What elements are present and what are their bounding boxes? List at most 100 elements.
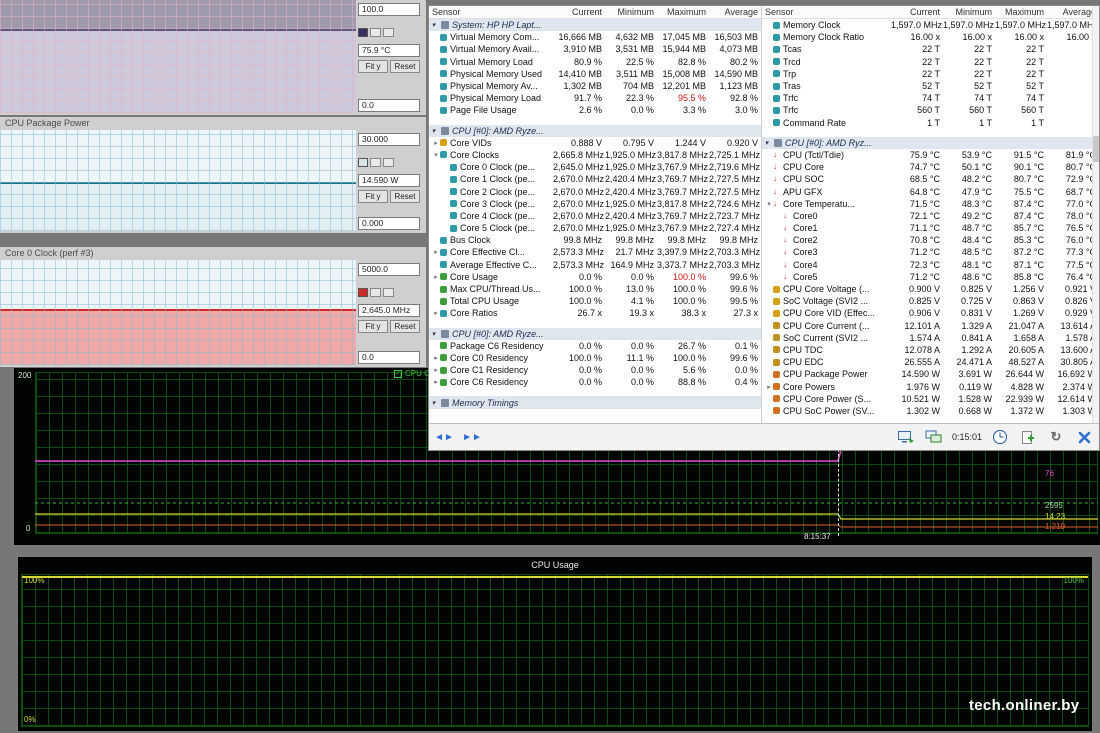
- sensor-row[interactable]: Tcas22 T22 T22 T: [762, 43, 1099, 55]
- collapse-icon[interactable]: ▾: [429, 330, 438, 338]
- expander-icon[interactable]: ▸: [432, 354, 440, 362]
- reset-button[interactable]: Reset: [390, 190, 420, 203]
- sensor-row[interactable]: Core 2 Clock (pe...2,670.0 MHz2,420.4 MH…: [429, 185, 761, 197]
- column-header[interactable]: Sensor: [429, 7, 553, 17]
- sensor-row[interactable]: ↓Core571.2 °C48.6 °C85.8 °C76.4 °C: [762, 271, 1099, 283]
- graph-legend[interactable]: ✓ CPU C: [394, 369, 430, 378]
- expander-icon[interactable]: ▸: [432, 378, 440, 386]
- fit-y-button[interactable]: Fit y: [358, 190, 388, 203]
- collapse-icon[interactable]: ▾: [429, 399, 438, 407]
- sensor-row[interactable]: ▸Core C0 Residency100.0 %11.1 %100.0 %99…: [429, 352, 761, 364]
- expand-columns-icon[interactable]: ►►: [462, 427, 482, 447]
- sensor-row[interactable]: SoC Voltage (SVI2 ...0.825 V0.725 V0.863…: [762, 295, 1099, 307]
- column-header[interactable]: Maximum: [995, 7, 1047, 17]
- sensor-row[interactable]: Memory Clock1,597.0 MHz1,597.0 MHz1,597.…: [762, 19, 1099, 31]
- style-option-button[interactable]: [370, 28, 381, 37]
- sensor-row[interactable]: ▸Core Ratios26.7 x19.3 x38.3 x27.3 x: [429, 307, 761, 319]
- sensor-row[interactable]: SoC Current (SVI2 ...1.574 A0.841 A1.658…: [762, 332, 1099, 344]
- style-option-button[interactable]: [370, 288, 381, 297]
- column-header[interactable]: Maximum: [657, 7, 709, 17]
- column-header[interactable]: Minimum: [943, 7, 995, 17]
- close-icon[interactable]: [1074, 427, 1094, 447]
- sensor-row[interactable]: Virtual Memory Com...16,666 MB4,632 MB17…: [429, 31, 761, 43]
- sensor-row[interactable]: ▸Core VIDs0.888 V0.795 V1.244 V0.920 V: [429, 137, 761, 149]
- expander-icon[interactable]: ▸: [432, 366, 440, 374]
- section-header-row[interactable]: ▾CPU [#0]: AMD Ryze...: [429, 328, 761, 340]
- sensor-row[interactable]: Page File Usage2.6 %0.0 %3.3 %3.0 %: [429, 104, 761, 116]
- sensor-row[interactable]: Core 3 Clock (pe...2,670.0 MHz1,925.0 MH…: [429, 198, 761, 210]
- scale-max-input[interactable]: 100.0: [358, 3, 420, 16]
- sensor-row[interactable]: ↓CPU SOC68.5 °C48.2 °C80.7 °C72.9 °C: [762, 173, 1099, 185]
- expander-icon[interactable]: ▾: [765, 200, 773, 208]
- sensor-row[interactable]: CPU SoC Power (SV...1.302 W0.668 W1.372 …: [762, 405, 1099, 417]
- sensor-row[interactable]: Trp22 T22 T22 T: [762, 68, 1099, 80]
- section-header-row[interactable]: ▾CPU [#0]: AMD Ryze...: [429, 125, 761, 137]
- sensor-row[interactable]: Physical Memory Load91.7 %22.3 %95.5 %92…: [429, 92, 761, 104]
- collapse-icon[interactable]: ▾: [429, 21, 438, 29]
- scrollbar-thumb[interactable]: [1093, 136, 1099, 162]
- sensor-row[interactable]: ↓Core472.3 °C48.1 °C87.1 °C77.5 °C: [762, 259, 1099, 271]
- sensor-row[interactable]: ▸Core C6 Residency0.0 %0.0 %88.8 %0.4 %: [429, 376, 761, 388]
- sensor-row[interactable]: Memory Clock Ratio16.00 x16.00 x16.00 x1…: [762, 31, 1099, 43]
- sensor-row[interactable]: CPU Core VID (Effec...0.906 V0.831 V1.26…: [762, 307, 1099, 319]
- scale-min-input[interactable]: 0.0: [358, 351, 420, 364]
- graph-cursor-line[interactable]: [838, 444, 839, 536]
- sensor-row[interactable]: Package C6 Residency0.0 %0.0 %26.7 %0.1 …: [429, 340, 761, 352]
- clock-icon[interactable]: [990, 427, 1010, 447]
- sensor-row[interactable]: Core 5 Clock (pe...2,670.0 MHz1,925.0 MH…: [429, 222, 761, 234]
- sensor-row[interactable]: CPU Core Power (S...10.521 W1.528 W22.93…: [762, 393, 1099, 405]
- sensor-row[interactable]: ↓CPU (Tctl/Tdie)75.9 °C53.9 °C91.5 °C81.…: [762, 149, 1099, 161]
- sensor-row[interactable]: CPU EDC26.555 A24.471 A48.527 A30.805 A: [762, 356, 1099, 368]
- fit-y-button[interactable]: Fit y: [358, 60, 388, 73]
- sensor-row[interactable]: Core 4 Clock (pe...2,670.0 MHz2,420.4 MH…: [429, 210, 761, 222]
- scrollbar[interactable]: [1092, 6, 1099, 423]
- column-header[interactable]: Minimum: [605, 7, 657, 17]
- sensor-row[interactable]: ↓Core371.2 °C48.5 °C87.2 °C77.3 °C: [762, 246, 1099, 258]
- scale-min-input[interactable]: 0.000: [358, 217, 420, 230]
- sensor-row[interactable]: Total CPU Usage100.0 %4.1 %100.0 %99.5 %: [429, 295, 761, 307]
- sensor-row[interactable]: CPU Core Voltage (...0.900 V0.825 V1.256…: [762, 283, 1099, 295]
- sensor-row[interactable]: ↓Core171.1 °C48.7 °C85.7 °C76.5 °C: [762, 222, 1099, 234]
- sensor-row[interactable]: ▾↓Core Temperatu...71.5 °C48.3 °C87.4 °C…: [762, 198, 1099, 210]
- scale-max-input[interactable]: 30.000: [358, 133, 420, 146]
- sensor-row[interactable]: Virtual Memory Load80.9 %22.5 %82.8 %80.…: [429, 56, 761, 68]
- collapse-columns-icon[interactable]: ◄►: [434, 427, 454, 447]
- collapse-icon[interactable]: ▾: [429, 127, 438, 135]
- expander-icon[interactable]: ▾: [432, 151, 440, 159]
- sensor-row[interactable]: CPU TDC12.078 A1.292 A20.605 A13.600 A: [762, 344, 1099, 356]
- style-option-button[interactable]: [370, 158, 381, 167]
- style-option-button[interactable]: [383, 28, 394, 37]
- sensor-row[interactable]: ↓CPU Core74.7 °C50.1 °C90.1 °C80.7 °C: [762, 161, 1099, 173]
- style-option-button[interactable]: [383, 288, 394, 297]
- sensor-row[interactable]: Trcd22 T22 T22 T: [762, 56, 1099, 68]
- sensor-row[interactable]: Bus Clock99.8 MHz99.8 MHz99.8 MHz99.8 MH…: [429, 234, 761, 246]
- scale-max-input[interactable]: 5000.0: [358, 263, 420, 276]
- sensor-row[interactable]: Core 0 Clock (pe...2,645.0 MHz1,925.0 MH…: [429, 161, 761, 173]
- sensor-row[interactable]: Physical Memory Used14,410 MB3,511 MB15,…: [429, 68, 761, 80]
- sensor-row[interactable]: CPU Core Current (...12.101 A1.329 A21.0…: [762, 320, 1099, 332]
- sensor-row[interactable]: Average Effective C...2,573.3 MHz164.9 M…: [429, 259, 761, 271]
- sensor-row[interactable]: ▾Core Clocks2,665.8 MHz1,925.0 MHz3,817.…: [429, 149, 761, 161]
- reset-button[interactable]: Reset: [390, 60, 420, 73]
- sensor-row[interactable]: ↓Core270.8 °C48.4 °C85.3 °C76.0 °C: [762, 234, 1099, 246]
- sensor-row[interactable]: Trfc560 T560 T560 T: [762, 104, 1099, 116]
- sensor-row[interactable]: ▸Core Effective Cl...2,573.3 MHz21.7 MHz…: [429, 246, 761, 258]
- section-header-row[interactable]: ▾CPU [#0]: AMD Ryz...: [762, 137, 1099, 149]
- section-header-row[interactable]: ▾Memory Timings: [429, 396, 761, 408]
- expander-icon[interactable]: ▸: [432, 273, 440, 281]
- sensor-row[interactable]: ▸Core Powers1.976 W0.119 W4.828 W2.374 W: [762, 380, 1099, 392]
- reset-values-icon[interactable]: ↻: [1046, 427, 1066, 447]
- column-header[interactable]: Average: [709, 7, 761, 17]
- sensor-row[interactable]: ↓Core072.1 °C49.2 °C87.4 °C78.0 °C: [762, 210, 1099, 222]
- sensor-row[interactable]: ▸Core Usage0.0 %0.0 %100.0 %99.6 %: [429, 271, 761, 283]
- remote-monitor-icon[interactable]: [896, 427, 916, 447]
- line-color-swatch[interactable]: [358, 288, 368, 297]
- sensor-row[interactable]: Virtual Memory Avail...3,910 MB3,531 MB1…: [429, 43, 761, 55]
- sensor-row[interactable]: Max CPU/Thread Us...100.0 %13.0 %100.0 %…: [429, 283, 761, 295]
- dual-monitor-icon[interactable]: [924, 427, 944, 447]
- scale-min-input[interactable]: 0.0: [358, 99, 420, 112]
- legend-checkbox-icon[interactable]: ✓: [394, 370, 402, 378]
- expander-icon[interactable]: ▸: [432, 139, 440, 147]
- sensor-row[interactable]: CPU Package Power14.590 W3.691 W26.644 W…: [762, 368, 1099, 380]
- reset-button[interactable]: Reset: [390, 320, 420, 333]
